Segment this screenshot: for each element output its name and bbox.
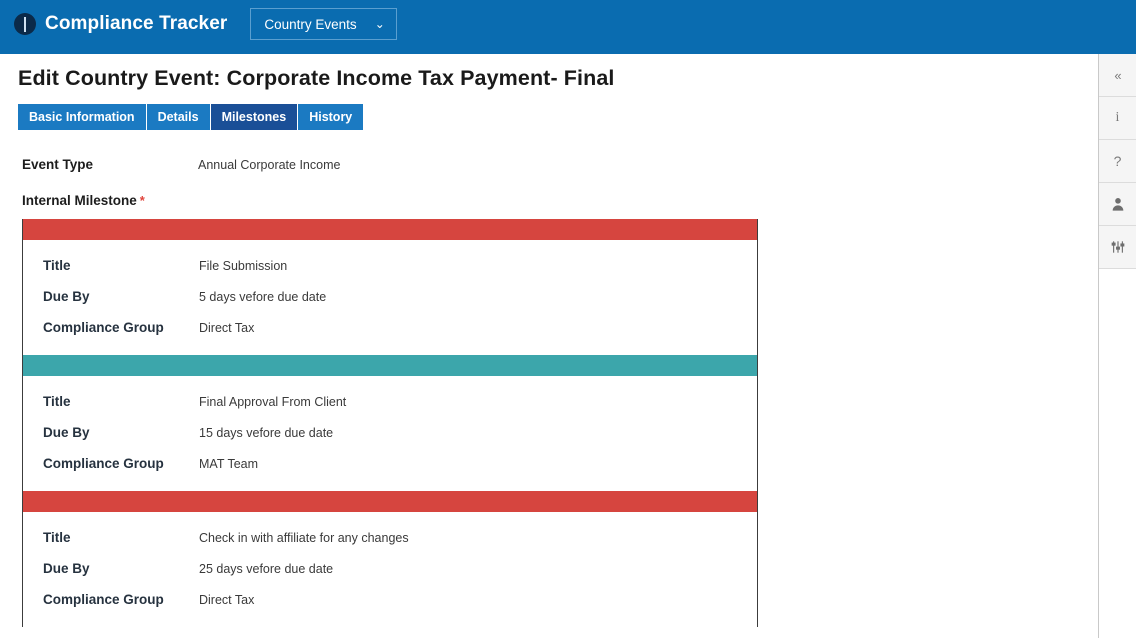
settings-sliders-button[interactable] [1099, 226, 1136, 269]
internal-milestone-label-text: Internal Milestone [22, 193, 137, 208]
tab-bar: Basic Information Details Milestones His… [18, 104, 1098, 130]
milestone-compliance-group-label: Compliance Group [43, 456, 164, 471]
milestone-row-compliance-group: Compliance Group MAT Team [23, 456, 757, 471]
help-icon: ? [1113, 153, 1122, 169]
milestone-color-bar [23, 219, 757, 240]
collapse-panel-button[interactable]: « [1099, 54, 1136, 97]
field-event-type: Event Type Annual Corporate Income [22, 157, 1098, 179]
milestone-row-due-by: Due By 25 days vefore due date [23, 561, 757, 576]
tab-basic-information[interactable]: Basic Information [18, 104, 146, 130]
milestone-card-body: Title Check in with affiliate for any ch… [23, 512, 757, 627]
milestone-card-body: Title Final Approval From Client Due By … [23, 376, 757, 491]
module-selector-dropdown[interactable]: Country Events ⌄ [250, 8, 397, 40]
milestone-row-due-by: Due By 5 days vefore due date [23, 289, 757, 304]
main-content: Edit Country Event: Corporate Income Tax… [0, 54, 1098, 638]
sliders-settings-icon [1111, 240, 1125, 254]
milestone-title-value: Check in with affiliate for any changes [199, 531, 409, 545]
user-account-button[interactable] [1099, 183, 1136, 226]
circle-pin-icon [14, 13, 36, 35]
tab-label: Basic Information [29, 110, 135, 124]
page-title: Edit Country Event: Corporate Income Tax… [18, 66, 615, 90]
milestone-title-label: Title [43, 394, 71, 409]
milestone-compliance-group-value: MAT Team [199, 457, 259, 471]
milestone-row-title: Title Check in with affiliate for any ch… [23, 530, 757, 545]
milestone-title-label: Title [43, 530, 71, 545]
user-icon [1111, 197, 1125, 211]
milestone-row-compliance-group: Compliance Group Direct Tax [23, 592, 757, 607]
tab-label: Details [157, 110, 199, 124]
collapse-panel-icon: « [1114, 67, 1121, 83]
milestone-compliance-group-label: Compliance Group [43, 320, 164, 335]
internal-milestone-section-label: Internal Milestone * [22, 193, 1098, 208]
milestone-due-by-value: 15 days vefore due date [199, 426, 334, 440]
milestone-color-bar [23, 355, 757, 376]
milestone-due-by-label: Due By [43, 561, 90, 576]
tab-label: Milestones [221, 110, 287, 124]
module-selector-label: Country Events [264, 16, 357, 32]
field-event-type-value: Annual Corporate Income [198, 158, 341, 172]
milestone-compliance-group-value: Direct Tax [199, 321, 255, 335]
milestone-due-by-value: 5 days vefore due date [199, 290, 327, 304]
milestone-due-by-value: 25 days vefore due date [199, 562, 334, 576]
info-icon: i [1115, 110, 1120, 125]
milestone-row-title: Title Final Approval From Client [23, 394, 757, 409]
tab-history[interactable]: History [298, 104, 364, 130]
field-event-type-label: Event Type [22, 157, 94, 172]
milestone-card[interactable]: Title Check in with affiliate for any ch… [23, 491, 757, 627]
application-window: Compliance Tracker Country Events ⌄ Edit… [0, 0, 1136, 638]
tab-milestones[interactable]: Milestones [210, 104, 298, 130]
tab-details[interactable]: Details [146, 104, 210, 130]
top-header-bar: Compliance Tracker Country Events ⌄ [0, 0, 1136, 48]
milestone-row-title: Title File Submission [23, 258, 757, 273]
milestone-row-due-by: Due By 15 days vefore due date [23, 425, 757, 440]
milestone-compliance-group-label: Compliance Group [43, 592, 164, 607]
milestone-card-list: Title File Submission Due By 5 days vefo… [22, 219, 758, 627]
rail-empty-area [1099, 269, 1136, 638]
info-button[interactable]: i [1099, 97, 1136, 140]
milestone-color-bar [23, 491, 757, 512]
milestone-compliance-group-value: Direct Tax [199, 593, 255, 607]
app-title: Compliance Tracker [45, 13, 228, 34]
chevron-down-icon: ⌄ [374, 17, 385, 31]
help-button[interactable]: ? [1099, 140, 1136, 183]
milestone-due-by-label: Due By [43, 425, 90, 440]
milestone-card[interactable]: Title Final Approval From Client Due By … [23, 355, 757, 491]
required-asterisk: * [139, 193, 145, 208]
milestone-card[interactable]: Title File Submission Due By 5 days vefo… [23, 219, 757, 355]
tab-label: History [309, 110, 353, 124]
right-utility-rail: « i ? [1098, 54, 1136, 638]
milestone-title-value: File Submission [199, 259, 288, 273]
milestone-row-compliance-group: Compliance Group Direct Tax [23, 320, 757, 335]
milestone-card-body: Title File Submission Due By 5 days vefo… [23, 240, 757, 355]
milestone-due-by-label: Due By [43, 289, 90, 304]
milestone-title-label: Title [43, 258, 71, 273]
milestone-title-value: Final Approval From Client [199, 395, 347, 409]
